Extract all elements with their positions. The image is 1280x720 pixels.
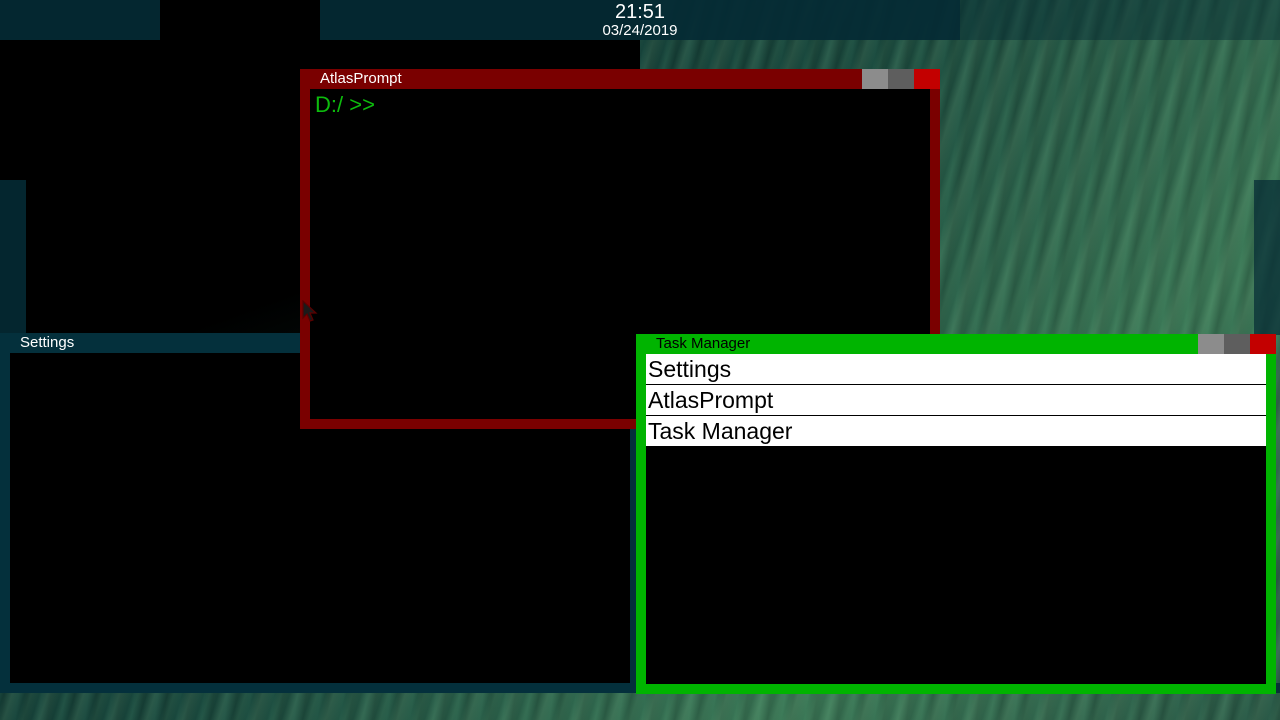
atlas-prompt-close-button[interactable] (914, 69, 940, 89)
left-side-tab[interactable] (0, 180, 26, 335)
task-manager-window[interactable]: Task Manager Settings AtlasPrompt Task M… (636, 334, 1276, 694)
top-bar-left-panel[interactable] (0, 0, 160, 40)
top-bar-right-panel[interactable] (960, 0, 1280, 40)
settings-window-title: Settings (20, 334, 75, 351)
atlas-prompt-titlebar[interactable]: AtlasPrompt (300, 69, 940, 89)
task-manager-minimize-button[interactable] (1198, 334, 1224, 354)
process-item-atlas-prompt[interactable]: AtlasPrompt (646, 385, 1266, 416)
mouse-cursor-icon (302, 300, 318, 322)
clock: 21:51 03/24/2019 (320, 1, 960, 39)
clock-time: 21:51 (614, 1, 666, 23)
task-manager-window-title: Task Manager (656, 335, 751, 352)
task-manager-process-list: Settings AtlasPrompt Task Manager (646, 354, 1266, 684)
process-item-settings[interactable]: Settings (646, 354, 1266, 385)
top-bar-gap (160, 0, 320, 40)
task-manager-close-button[interactable] (1250, 334, 1276, 354)
task-manager-titlebar[interactable]: Task Manager (636, 334, 1276, 354)
right-side-tab[interactable] (1254, 180, 1280, 335)
atlas-prompt-minimize-button[interactable] (862, 69, 888, 89)
task-manager-maximize-button[interactable] (1224, 334, 1250, 354)
command-prompt[interactable]: D:/ >> (315, 92, 375, 118)
process-item-task-manager[interactable]: Task Manager (646, 416, 1266, 446)
desktop: 21:51 03/24/2019 Settings AtlasPrompt D:… (0, 0, 1280, 720)
atlas-prompt-window-title: AtlasPrompt (320, 70, 402, 87)
clock-date: 03/24/2019 (602, 22, 678, 39)
atlas-prompt-maximize-button[interactable] (888, 69, 914, 89)
